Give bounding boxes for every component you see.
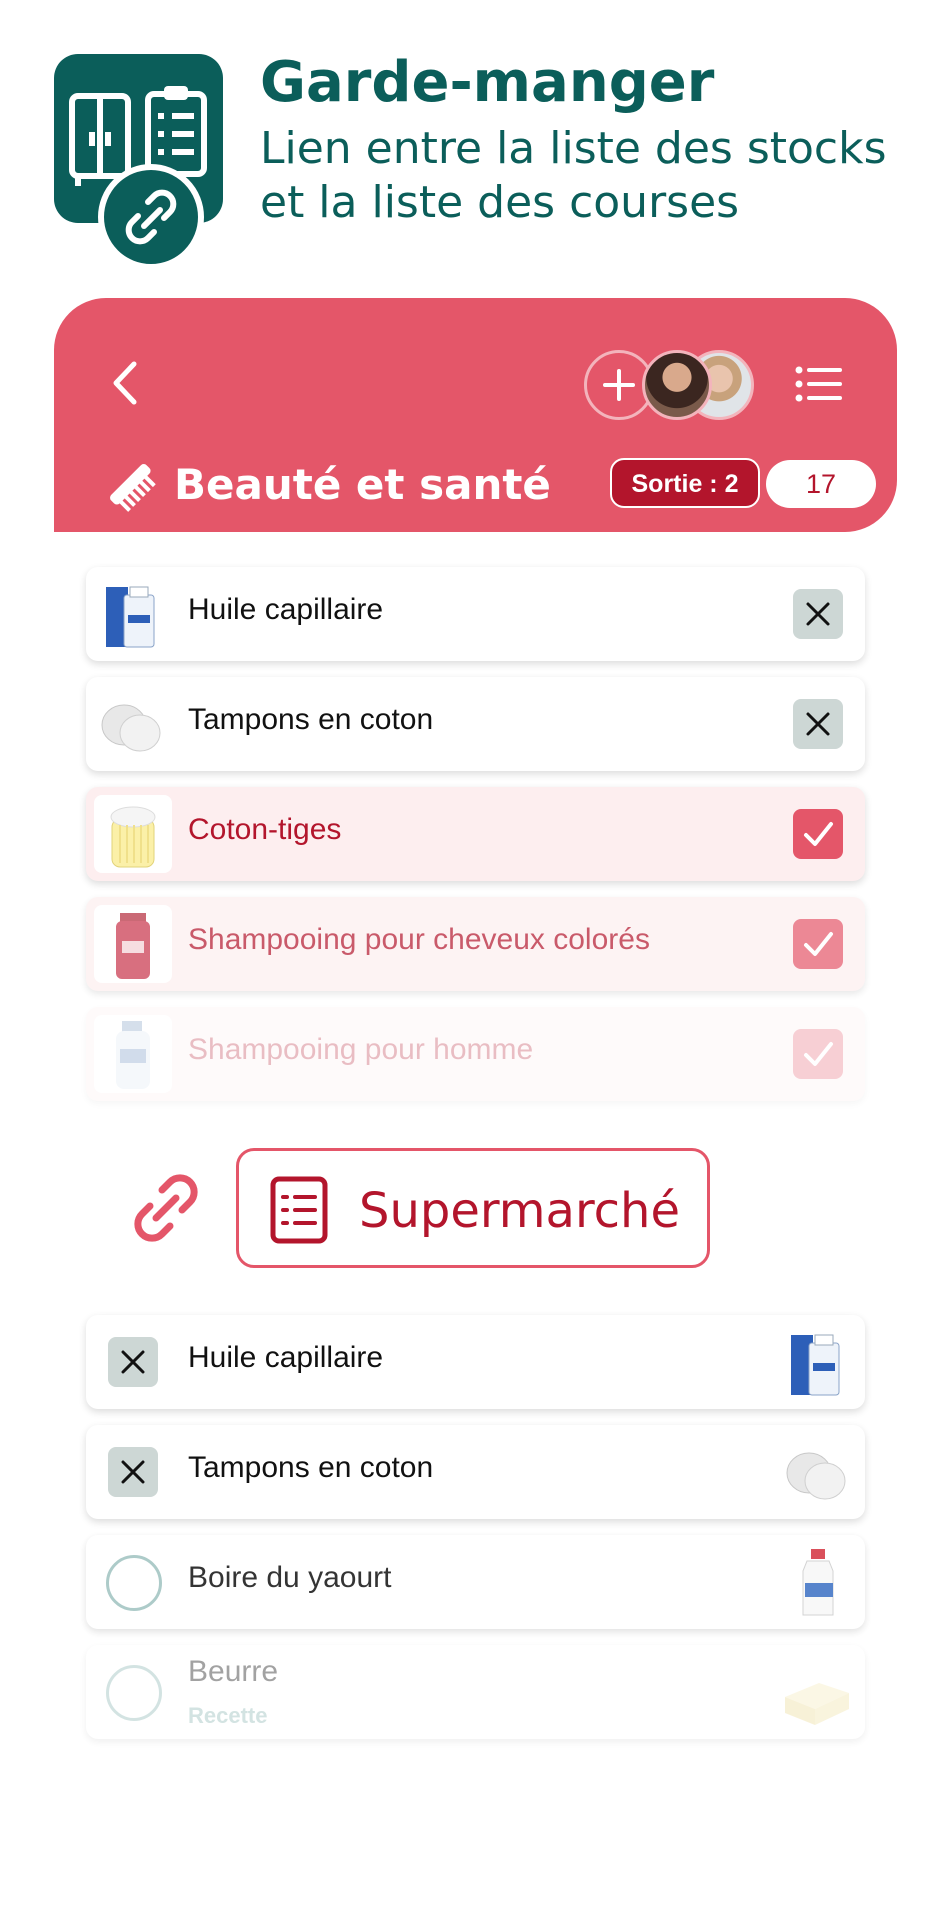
linked-list-label: Supermarché [359, 1183, 680, 1239]
color-shampoo-image [94, 905, 172, 983]
list-menu-icon[interactable] [794, 364, 844, 404]
cotton-pads-image [94, 685, 172, 763]
hero-subtitle: Lien entre la liste des stocks et la lis… [260, 123, 887, 228]
back-chevron-icon[interactable] [106, 358, 146, 408]
item-label: Tampons en coton [188, 703, 434, 736]
unchecked-circle-icon[interactable] [106, 1665, 162, 1721]
list-item[interactable]: Tampons en coton [86, 1425, 865, 1519]
list-item[interactable]: Tampons en coton [86, 677, 865, 771]
link-badge-icon [98, 164, 204, 270]
item-label: Shampooing pour homme [188, 1033, 534, 1066]
list-item[interactable]: Coton-tiges [86, 787, 865, 881]
out-of-stock-badge[interactable]: Sortie : 2 [610, 458, 760, 508]
checkbox-checked-icon[interactable] [793, 919, 843, 969]
remove-x-icon[interactable] [793, 589, 843, 639]
item-label: Tampons en coton [188, 1451, 434, 1484]
avatar[interactable] [642, 350, 712, 420]
remove-x-icon[interactable] [793, 699, 843, 749]
list-item[interactable]: Huile capillaire [86, 567, 865, 661]
item-count-badge: 17 [766, 460, 876, 508]
checkbox-checked-icon[interactable] [793, 809, 843, 859]
butter-image [779, 1653, 857, 1731]
checkbox-checked-icon[interactable] [793, 1029, 843, 1079]
hair-oil-image [779, 1323, 857, 1401]
app-logo [54, 54, 223, 270]
remove-x-icon[interactable] [108, 1337, 158, 1387]
remove-x-icon[interactable] [108, 1447, 158, 1497]
item-label: Shampooing pour cheveux colorés [188, 923, 650, 956]
item-label: Beurre [188, 1655, 279, 1688]
list-item[interactable]: Shampooing pour cheveux colorés [86, 897, 865, 991]
linked-list-button[interactable]: Supermarché [236, 1148, 710, 1268]
shopping-list: Huile capillaire Tampons en coton Boire … [86, 1315, 865, 1755]
list-item[interactable]: Beurre Recette [86, 1645, 865, 1739]
cotton-pads-image [779, 1433, 857, 1511]
stock-list: Huile capillaire Tampons en coton Coton-… [86, 567, 865, 1117]
hair-oil-image [94, 575, 172, 653]
unchecked-circle-icon[interactable] [106, 1555, 162, 1611]
shopping-list-icon [270, 1176, 328, 1244]
item-label: Huile capillaire [188, 1341, 384, 1374]
members-group[interactable] [584, 350, 824, 420]
list-item[interactable]: Shampooing pour homme [86, 1007, 865, 1101]
link-icon [134, 1174, 198, 1242]
hero-title: Garde-manger [260, 50, 715, 115]
list-header: Beauté et santé Sortie : 2 17 [54, 298, 897, 532]
item-label: Boire du yaourt [188, 1561, 392, 1594]
list-item[interactable]: Huile capillaire [86, 1315, 865, 1409]
yogurt-drink-image [779, 1543, 857, 1621]
list-title: Beauté et santé [174, 460, 551, 509]
men-shampoo-image [94, 1015, 172, 1093]
item-label: Coton-tiges [188, 813, 342, 846]
comb-icon [110, 464, 156, 512]
item-label: Huile capillaire [188, 593, 384, 626]
list-item[interactable]: Boire du yaourt [86, 1535, 865, 1629]
cotton-swabs-image [94, 795, 172, 873]
item-sublabel: Recette [188, 1703, 268, 1728]
